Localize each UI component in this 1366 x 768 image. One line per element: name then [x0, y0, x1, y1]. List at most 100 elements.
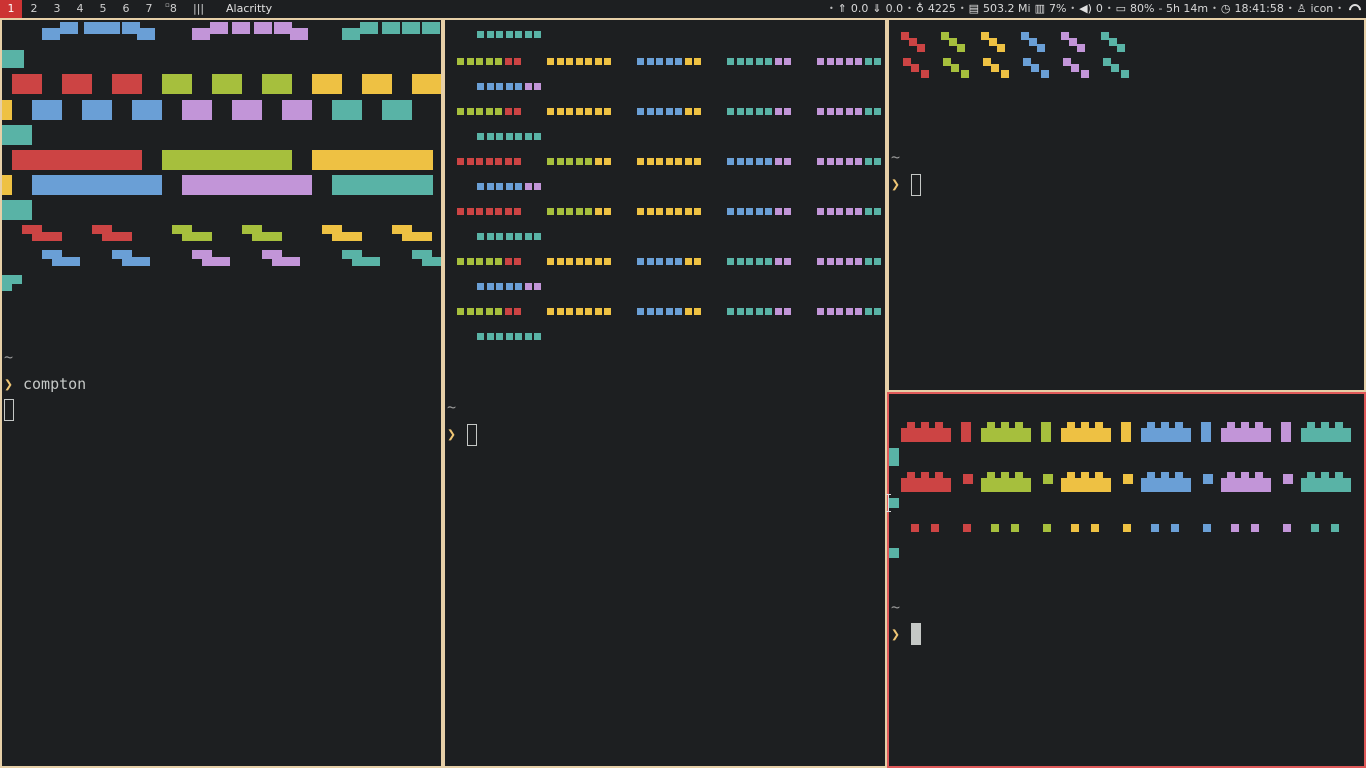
tetris-block: [991, 64, 999, 72]
color-square: [585, 108, 592, 115]
color-square: [817, 258, 824, 265]
tetris-block: [903, 58, 911, 66]
color-square: [466, 108, 474, 115]
color-shape: [1241, 422, 1249, 428]
color-square: [585, 308, 592, 315]
terminal-cursor: [911, 623, 921, 645]
color-square: [505, 183, 513, 190]
color-square: [1091, 524, 1099, 532]
color-square: [864, 258, 872, 265]
color-square: [495, 158, 502, 165]
color-square: [911, 524, 919, 532]
color-square: [566, 308, 573, 315]
workspace-3[interactable]: 3: [49, 0, 65, 18]
color-square: [864, 58, 872, 65]
color-square: [514, 108, 521, 115]
color-shape: [1061, 428, 1111, 442]
color-square: [727, 208, 734, 215]
prompt-symbol: ❯: [891, 625, 901, 643]
battery-value: 80%: [1130, 2, 1155, 15]
color-square: [2, 125, 32, 145]
workspace-7[interactable]: 7: [141, 0, 157, 18]
color-square: [504, 108, 512, 115]
color-square: [457, 208, 464, 215]
separator-dot: •: [1070, 4, 1076, 13]
color-square: [826, 258, 834, 265]
volume-icon[interactable]: ◀): [1079, 0, 1092, 18]
color-square: [504, 308, 512, 315]
color-shape: [1067, 472, 1075, 478]
tetris-block: [949, 38, 957, 46]
terminal-pane-top-right[interactable]: ~ ❯: [887, 18, 1366, 392]
color-square: [727, 58, 734, 65]
workspace-4[interactable]: 4: [72, 0, 88, 18]
tetris-block: [989, 38, 997, 46]
workspace-6[interactable]: 6: [118, 0, 134, 18]
color-square: [594, 308, 602, 315]
color-square: [646, 208, 654, 215]
color-square: [514, 258, 521, 265]
color-bar: [12, 150, 142, 170]
color-square: [476, 108, 483, 115]
color-square: [826, 158, 834, 165]
wifi-icon[interactable]: [1348, 4, 1362, 14]
color-square: [496, 83, 503, 90]
workspace-5[interactable]: 5: [95, 0, 111, 18]
color-square: [476, 158, 483, 165]
color-square: [515, 333, 522, 340]
color-square: [556, 258, 564, 265]
terminal-pane-middle[interactable]: ~ ❯: [443, 18, 887, 768]
color-square: [855, 308, 862, 315]
color-square: [12, 74, 42, 94]
color-square: [684, 258, 692, 265]
tetris-block: [1001, 70, 1009, 78]
color-shape: [1123, 474, 1133, 484]
color-square: [727, 158, 734, 165]
color-square: [774, 58, 782, 65]
layout-indicator[interactable]: |||: [193, 0, 204, 18]
workspace-8[interactable]: ▫8: [162, 0, 180, 18]
color-square: [466, 308, 474, 315]
color-square: [874, 208, 881, 215]
color-shape: [907, 422, 915, 428]
color-square: [836, 208, 843, 215]
color-square: [477, 333, 484, 340]
color-square: [534, 283, 541, 290]
terminal-pane-bottom-right[interactable]: ~ ❯: [887, 392, 1366, 768]
color-square: [694, 108, 701, 115]
color-square: [457, 58, 464, 65]
tetris-block: [1037, 44, 1045, 52]
tetris-block: [52, 257, 80, 266]
color-square: [665, 108, 673, 115]
color-square: [675, 258, 682, 265]
tetris-block: [943, 58, 951, 66]
color-square: [746, 208, 753, 215]
color-square: [845, 58, 853, 65]
color-square: [675, 58, 682, 65]
color-square: [855, 158, 862, 165]
workspace-2[interactable]: 2: [26, 0, 42, 18]
color-square: [524, 283, 532, 290]
tetris-block: [402, 232, 432, 241]
color-shape: [935, 472, 943, 478]
color-square: [212, 74, 242, 94]
tetris-block: [997, 44, 1005, 52]
tray-label[interactable]: icon: [1310, 0, 1333, 18]
window-title: Alacritty: [226, 2, 273, 15]
color-square: [505, 333, 513, 340]
color-shape: [901, 478, 951, 492]
color-square: [505, 283, 513, 290]
color-shape: [1175, 472, 1183, 478]
color-square: [514, 158, 521, 165]
tetris-block: [951, 64, 959, 72]
color-square: [665, 158, 673, 165]
tetris-block: [122, 257, 150, 266]
color-square: [845, 308, 853, 315]
terminal-cursor: [467, 424, 477, 446]
tetris-block: [1061, 32, 1069, 40]
workspace-1[interactable]: 1: [0, 0, 22, 18]
color-square: [746, 258, 753, 265]
color-square: [1071, 524, 1079, 532]
terminal-pane-left[interactable]: ~ ❯ compton: [0, 18, 443, 768]
home-dir-label: ~: [891, 598, 901, 616]
